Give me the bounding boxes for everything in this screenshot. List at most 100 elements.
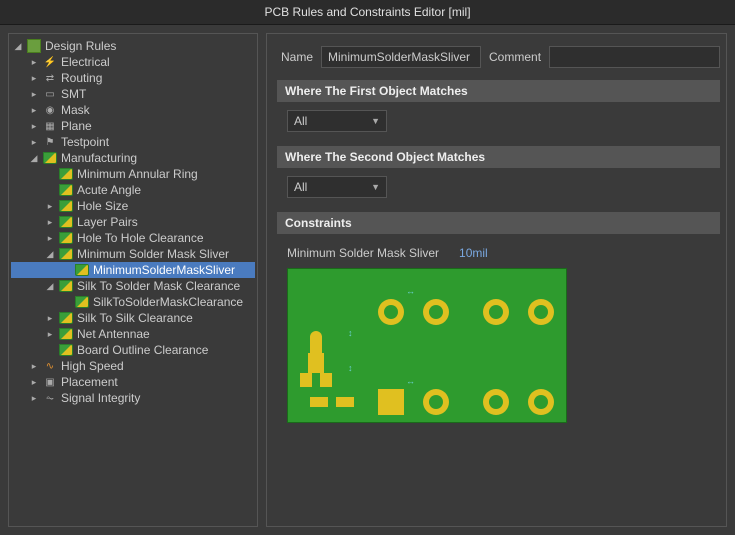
chevron-down-icon: ◢ — [13, 41, 23, 51]
rule-icon — [59, 200, 73, 212]
rules-root-icon — [27, 39, 41, 53]
chevron-down-icon: ◢ — [45, 249, 55, 259]
tree-item[interactable]: ▸ Net Antennae — [11, 326, 255, 342]
tree-label: Silk To Silk Clearance — [77, 311, 193, 325]
tree-category-smt[interactable]: ▸ ▭ SMT — [11, 86, 255, 102]
rule-editor-panel: Name Comment Where The First Object Matc… — [266, 33, 727, 527]
rule-icon — [59, 248, 73, 260]
tree-category-highspeed[interactable]: ▸ ∿ High Speed — [11, 358, 255, 374]
chevron-right-icon: ▸ — [29, 121, 39, 131]
tree-category-signal-integrity[interactable]: ▸ ⏦ Signal Integrity — [11, 390, 255, 406]
tree-item-silk-solder-rule[interactable]: SilkToSolderMaskClearance — [11, 294, 255, 310]
tree-label: Manufacturing — [61, 151, 137, 165]
tree-category-plane[interactable]: ▸ ▦ Plane — [11, 118, 255, 134]
tree-item-silk-solder[interactable]: ◢ Silk To Solder Mask Clearance — [11, 278, 255, 294]
comment-label: Comment — [489, 50, 541, 64]
tree-label: Acute Angle — [77, 183, 141, 197]
tree-label: MinimumSolderMaskSliver — [93, 263, 235, 277]
tree-label: Minimum Annular Ring — [77, 167, 198, 181]
testpoint-icon: ⚑ — [43, 135, 57, 149]
first-match-dropdown[interactable]: All ▼ — [287, 110, 387, 132]
chevron-down-icon: ▼ — [371, 182, 380, 192]
section-constraints: Constraints — [277, 212, 720, 234]
spacer — [45, 185, 55, 195]
chevron-right-icon: ▸ — [29, 393, 39, 403]
electrical-icon: ⚡ — [43, 55, 57, 69]
spacer — [45, 345, 55, 355]
manufacturing-icon — [43, 152, 57, 164]
chevron-right-icon: ▸ — [29, 377, 39, 387]
window-title: PCB Rules and Constraints Editor [mil] — [0, 0, 735, 25]
name-input[interactable] — [321, 46, 481, 68]
tree-item-sliver[interactable]: ◢ Minimum Solder Mask Sliver — [11, 246, 255, 262]
chevron-right-icon: ▸ — [29, 73, 39, 83]
tree-item[interactable]: ▸ Layer Pairs — [11, 214, 255, 230]
tree-root-label: Design Rules — [45, 39, 116, 53]
plane-icon: ▦ — [43, 119, 57, 133]
chevron-right-icon: ▸ — [45, 313, 55, 323]
chevron-right-icon: ▸ — [29, 57, 39, 67]
constraint-value[interactable]: 10mil — [459, 246, 488, 260]
second-match-dropdown[interactable]: All ▼ — [287, 176, 387, 198]
chevron-right-icon: ▸ — [29, 105, 39, 115]
section-second-match: Where The Second Object Matches — [277, 146, 720, 168]
dropdown-value: All — [294, 180, 307, 194]
tree-label: Hole To Hole Clearance — [77, 231, 204, 245]
highspeed-icon: ∿ — [43, 359, 57, 373]
chevron-right-icon: ▸ — [45, 329, 55, 339]
section-first-match: Where The First Object Matches — [277, 80, 720, 102]
tree-label: Board Outline Clearance — [77, 343, 208, 357]
signal-integrity-icon: ⏦ — [43, 391, 57, 405]
constraint-label: Minimum Solder Mask Sliver — [287, 246, 439, 260]
chevron-right-icon: ▸ — [45, 201, 55, 211]
constraint-row: Minimum Solder Mask Sliver 10mil — [277, 242, 720, 268]
tree-label: Placement — [61, 375, 118, 389]
tree-category-testpoint[interactable]: ▸ ⚑ Testpoint — [11, 134, 255, 150]
name-comment-row: Name Comment — [277, 40, 720, 80]
tree-item[interactable]: ▸ Silk To Silk Clearance — [11, 310, 255, 326]
comment-input[interactable] — [549, 46, 720, 68]
chevron-right-icon: ▸ — [29, 89, 39, 99]
tree-item[interactable]: Board Outline Clearance — [11, 342, 255, 358]
tree-category-electrical[interactable]: ▸ ⚡ Electrical — [11, 54, 255, 70]
dropdown-value: All — [294, 114, 307, 128]
rule-icon — [59, 184, 73, 196]
tree-label: Mask — [61, 103, 90, 117]
tree-label: Plane — [61, 119, 92, 133]
tree-category-routing[interactable]: ▸ ⇄ Routing — [11, 70, 255, 86]
spacer — [61, 265, 71, 275]
routing-icon: ⇄ — [43, 71, 57, 85]
tree-category-manufacturing[interactable]: ◢ Manufacturing — [11, 150, 255, 166]
rule-icon — [59, 168, 73, 180]
spacer — [45, 169, 55, 179]
constraint-preview-wrap: ↔ ↕ ↔ ↕ — [277, 268, 720, 423]
mask-icon: ◉ — [43, 103, 57, 117]
tree-item-sliver-rule[interactable]: MinimumSolderMaskSliver — [11, 262, 255, 278]
tree-item[interactable]: ▸ Hole Size — [11, 198, 255, 214]
tree-category-placement[interactable]: ▸ ▣ Placement — [11, 374, 255, 390]
tree-item[interactable]: Acute Angle — [11, 182, 255, 198]
rule-icon — [59, 328, 73, 340]
rule-icon — [59, 232, 73, 244]
pcb-preview: ↔ ↕ ↔ ↕ — [287, 268, 567, 423]
tree-item[interactable]: ▸ Hole To Hole Clearance — [11, 230, 255, 246]
chevron-right-icon: ▸ — [29, 137, 39, 147]
tree-label: Hole Size — [77, 199, 128, 213]
rule-icon — [59, 312, 73, 324]
rule-icon — [59, 344, 73, 356]
tree-label: Minimum Solder Mask Sliver — [77, 247, 229, 261]
tree-label: SMT — [61, 87, 86, 101]
name-label: Name — [281, 50, 313, 64]
tree-root[interactable]: ◢ Design Rules — [11, 38, 255, 54]
chevron-right-icon: ▸ — [45, 217, 55, 227]
rule-icon — [75, 296, 89, 308]
spacer — [61, 297, 71, 307]
tree-item[interactable]: Minimum Annular Ring — [11, 166, 255, 182]
rules-tree[interactable]: ◢ Design Rules ▸ ⚡ Electrical ▸ ⇄ Routin… — [8, 33, 258, 527]
tree-label: Electrical — [61, 55, 110, 69]
tree-label: High Speed — [61, 359, 124, 373]
tree-label: Signal Integrity — [61, 391, 140, 405]
tree-label: SilkToSolderMaskClearance — [93, 295, 243, 309]
tree-label: Silk To Solder Mask Clearance — [77, 279, 240, 293]
tree-category-mask[interactable]: ▸ ◉ Mask — [11, 102, 255, 118]
